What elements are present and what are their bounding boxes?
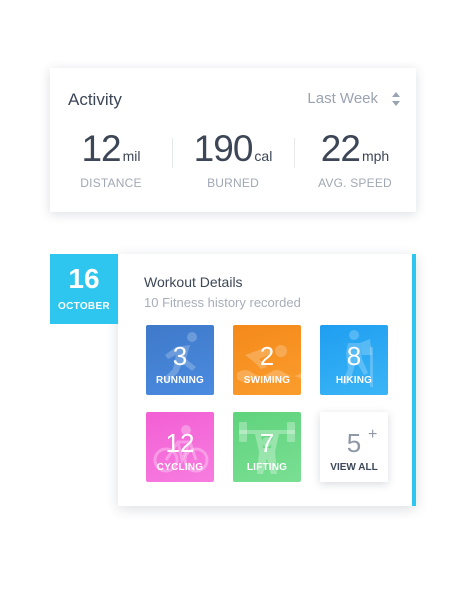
period-selector[interactable]: Last Week xyxy=(307,90,400,107)
workout-card: Workout Details 10 Fitness history recor… xyxy=(118,254,416,506)
tile-label: CYCLING xyxy=(156,462,204,473)
stat-distance: 12 mil DISTANCE xyxy=(50,128,172,190)
workout-title: Workout Details xyxy=(144,274,243,290)
plus-icon: + xyxy=(368,426,378,443)
date-month: OCTOBER xyxy=(58,301,110,312)
view-all-count: 5 xyxy=(346,428,362,458)
date-badge: 16 OCTOBER xyxy=(50,254,118,324)
sort-arrows-icon xyxy=(392,91,400,106)
stat-unit: cal xyxy=(254,148,273,164)
stat-label: DISTANCE xyxy=(80,176,142,190)
period-label: Last Week xyxy=(307,90,378,107)
tile-count: 8 xyxy=(346,341,362,371)
stat-value: 190 xyxy=(193,128,254,169)
activity-card: Activity Last Week 12 mil DISTANCE 190 c… xyxy=(50,68,416,212)
tile-lifting[interactable]: 7 LIFTING xyxy=(233,412,301,482)
tile-hiking[interactable]: 8 HIKING xyxy=(320,325,388,395)
tile-count: 12 xyxy=(165,428,195,458)
stat-avg-speed: 22 mph AVG. SPEED xyxy=(294,128,416,190)
stat-unit: mph xyxy=(361,148,390,164)
tile-label: RUNNING xyxy=(155,375,205,386)
stat-label: AVG. SPEED xyxy=(318,176,392,190)
tile-running[interactable]: 3 RUNNING xyxy=(146,325,214,395)
view-all-button[interactable]: 5 + VIEW ALL xyxy=(320,412,388,482)
tile-count: 3 xyxy=(172,341,188,371)
tile-cycling[interactable]: 12 CYCLING xyxy=(146,412,214,482)
activity-title: Activity xyxy=(68,90,122,109)
tile-count: 2 xyxy=(259,341,275,371)
view-all-label: VIEW ALL xyxy=(330,462,378,473)
tile-swimming[interactable]: 2 SWIMING xyxy=(233,325,301,395)
tile-label: SWIMING xyxy=(243,375,291,386)
stat-value: 12 xyxy=(81,128,121,169)
stat-unit: mil xyxy=(122,148,141,164)
tile-count: 7 xyxy=(259,428,275,458)
stat-value: 22 xyxy=(320,128,361,169)
tile-label: LIFTING xyxy=(246,462,288,473)
activity-stats: 12 mil DISTANCE 190 cal BURNED 22 mph AV… xyxy=(50,128,416,190)
date-day: 16 xyxy=(68,263,100,294)
stat-label: BURNED xyxy=(207,176,259,190)
stat-burned: 190 cal BURNED xyxy=(172,128,294,190)
workout-subtitle: 10 Fitness history recorded xyxy=(144,295,301,310)
tile-label: HIKING xyxy=(335,375,373,386)
